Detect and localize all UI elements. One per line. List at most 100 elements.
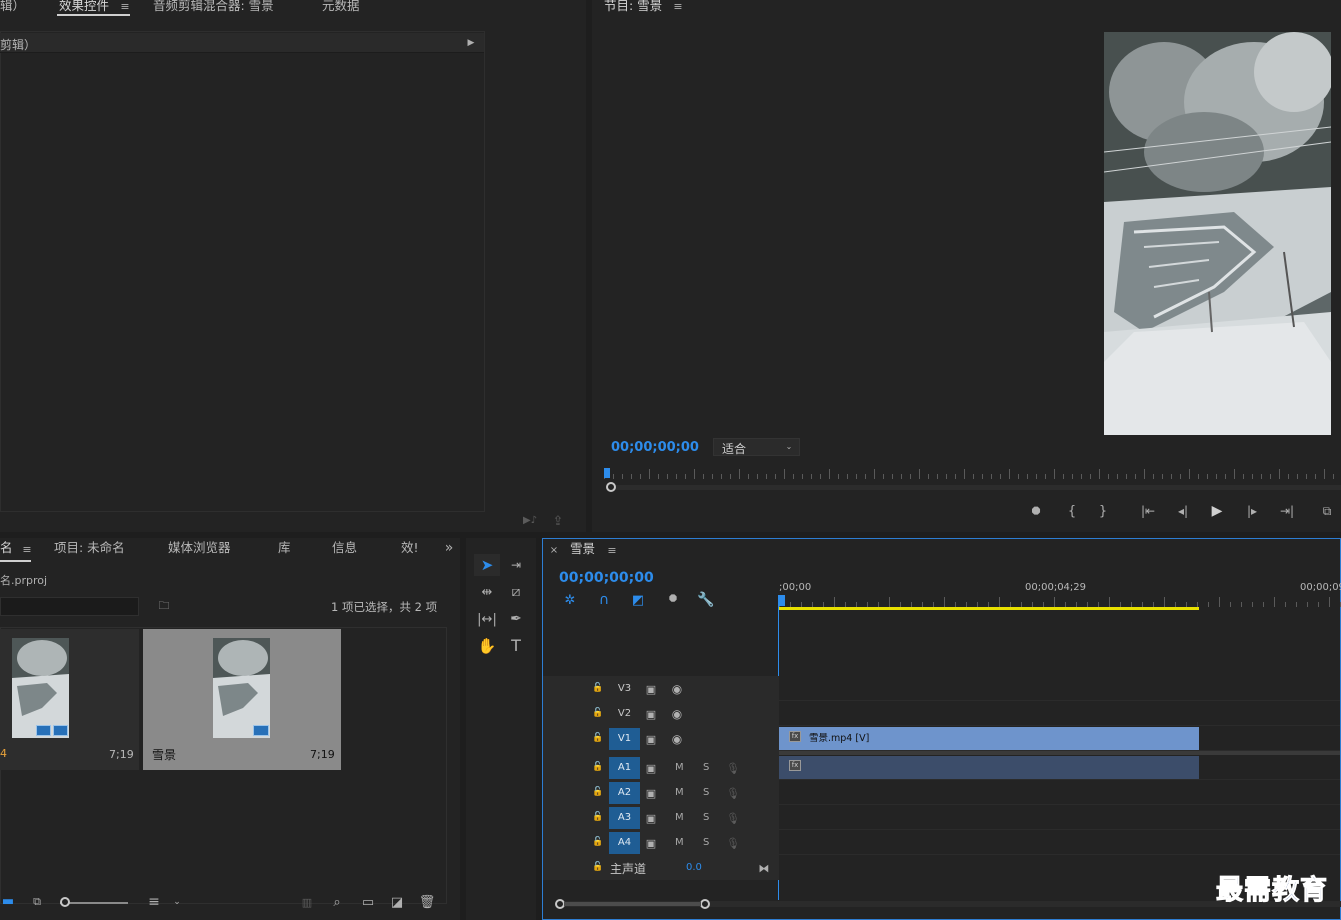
- solo-button[interactable]: S: [703, 831, 709, 855]
- program-zoom-bar[interactable]: [607, 485, 1341, 490]
- microphone-icon[interactable]: 🎙: [726, 761, 740, 775]
- panel-menu-icon[interactable]: ≡: [671, 0, 685, 12]
- more-tabs-icon[interactable]: »: [442, 541, 456, 555]
- find-in-folder-icon[interactable]: 🗀: [156, 598, 172, 612]
- track-a4-target[interactable]: A4: [609, 832, 640, 854]
- track-a3-lane[interactable]: [779, 806, 1340, 830]
- go-to-out-icon[interactable]: ⇥|: [1278, 504, 1296, 518]
- go-to-end-icon[interactable]: ⧓: [757, 861, 771, 875]
- microphone-icon[interactable]: 🎙: [726, 836, 740, 850]
- icon-view-icon[interactable]: ⧉: [28, 895, 46, 907]
- fit-dropdown[interactable]: 适合 ⌄: [713, 438, 800, 456]
- lock-icon[interactable]: 🔓: [592, 707, 603, 719]
- sync-lock-icon[interactable]: ▣: [643, 682, 659, 696]
- mute-button[interactable]: M: [675, 806, 684, 830]
- mark-in-icon[interactable]: {: [1065, 504, 1079, 518]
- tab-project-untitled[interactable]: 项目: 未命名: [54, 541, 125, 560]
- sync-lock-icon[interactable]: ▣: [643, 707, 659, 721]
- timeline-zoom-range[interactable]: [564, 902, 701, 906]
- tab-libraries[interactable]: 库: [278, 541, 291, 560]
- eye-icon[interactable]: ◉: [669, 682, 685, 696]
- lock-icon[interactable]: 🔓: [592, 761, 603, 773]
- hand-tool-icon[interactable]: ✋: [474, 635, 500, 657]
- wrench-icon[interactable]: 🔧: [697, 592, 714, 608]
- go-to-in-icon[interactable]: |⇤: [1139, 504, 1157, 518]
- solo-button[interactable]: S: [703, 781, 709, 805]
- tab-audio-clip-mixer[interactable]: 音频剪辑混合器: 雪景: [153, 0, 274, 18]
- sync-lock-icon[interactable]: ▣: [643, 811, 659, 825]
- snap-icon[interactable]: ∩: [596, 592, 612, 608]
- project-item-selected[interactable]: 雪景 7;19: [143, 629, 341, 770]
- solo-button[interactable]: S: [703, 756, 709, 780]
- track-v1-target[interactable]: V1: [609, 728, 640, 750]
- razor-tool-icon[interactable]: ⧄: [504, 581, 528, 603]
- nest-icon[interactable]: ✲: [562, 592, 578, 608]
- mute-button[interactable]: M: [675, 756, 684, 780]
- project-item[interactable]: 4 7;19: [0, 629, 139, 770]
- tab-media-browser[interactable]: 媒体浏览器: [168, 541, 231, 560]
- thumbnail-size-slider[interactable]: [60, 902, 128, 904]
- add-marker-icon[interactable]: ⯃: [1029, 504, 1043, 518]
- automate-to-sequence-icon[interactable]: ▥: [298, 895, 316, 909]
- tab-effects[interactable]: 效!: [401, 541, 419, 560]
- sync-lock-icon[interactable]: ▣: [643, 786, 659, 800]
- solo-button[interactable]: S: [703, 806, 709, 830]
- timeline-timecode[interactable]: 00;00;00;00: [559, 570, 654, 586]
- track-a2-target[interactable]: A2: [609, 782, 640, 804]
- ripple-edit-tool-icon[interactable]: ⇹: [474, 581, 500, 603]
- tab-project-current[interactable]: 名: [0, 541, 13, 560]
- search-icon[interactable]: ⌕: [330, 895, 344, 909]
- panel-menu-icon[interactable]: ≡: [605, 544, 619, 556]
- track-a3-target[interactable]: A3: [609, 807, 640, 829]
- work-area-bar[interactable]: [779, 607, 1199, 610]
- tab-sequence[interactable]: 雪景: [570, 542, 595, 561]
- microphone-icon[interactable]: 🎙: [726, 786, 740, 800]
- lock-icon[interactable]: 🔓: [592, 682, 603, 694]
- lock-icon[interactable]: 🔓: [592, 836, 603, 848]
- selection-tool-icon[interactable]: ➤: [474, 554, 500, 576]
- master-volume-value[interactable]: 0.0: [686, 862, 702, 873]
- track-a1-target[interactable]: A1: [609, 757, 640, 779]
- microphone-icon[interactable]: 🎙: [726, 811, 740, 825]
- mute-button[interactable]: M: [675, 781, 684, 805]
- add-marker-icon[interactable]: ⯃: [665, 592, 681, 608]
- eye-icon[interactable]: ◉: [669, 732, 685, 746]
- track-v3-target[interactable]: V3: [609, 678, 640, 700]
- program-playhead-marker[interactable]: [604, 468, 610, 478]
- expand-arrow-icon[interactable]: ▶: [466, 37, 476, 49]
- eye-icon[interactable]: ◉: [669, 707, 685, 721]
- list-view-icon[interactable]: ▬: [2, 895, 14, 908]
- project-search-input[interactable]: [0, 597, 139, 616]
- new-item-icon[interactable]: ◪: [390, 895, 404, 909]
- program-zoom-handle[interactable]: [606, 482, 616, 492]
- track-a2-lane[interactable]: [779, 781, 1340, 805]
- close-icon[interactable]: ×: [549, 546, 559, 556]
- tab-metadata[interactable]: 元数据: [322, 0, 360, 18]
- track-v2-lane[interactable]: [779, 702, 1340, 726]
- sync-lock-icon[interactable]: ▣: [643, 761, 659, 775]
- panel-menu-icon[interactable]: ≡: [20, 543, 34, 555]
- mute-button[interactable]: M: [675, 831, 684, 855]
- chevron-down-icon[interactable]: ⌄: [172, 896, 182, 908]
- pen-tool-icon[interactable]: ✒: [504, 608, 528, 630]
- sync-lock-icon[interactable]: ▣: [643, 732, 659, 746]
- trash-icon[interactable]: 🗑: [419, 895, 436, 909]
- tab-clip[interactable]: 辑）: [0, 0, 25, 18]
- step-back-icon[interactable]: ◂|: [1175, 504, 1191, 518]
- track-select-tool-icon[interactable]: ⇥: [504, 554, 528, 576]
- sort-icon[interactable]: ≡: [146, 895, 162, 909]
- type-tool-icon[interactable]: T: [504, 635, 528, 657]
- lock-icon[interactable]: 🔓: [592, 811, 603, 823]
- thumbnail-size-handle[interactable]: [60, 897, 70, 907]
- lock-icon[interactable]: 🔓: [592, 732, 603, 744]
- step-forward-icon[interactable]: |▸: [1244, 504, 1260, 518]
- sync-lock-icon[interactable]: ▣: [643, 836, 659, 850]
- play-icon[interactable]: ▶: [1209, 503, 1225, 519]
- button-editor-icon[interactable]: ⧉: [1319, 504, 1335, 518]
- track-a4-lane[interactable]: [779, 831, 1340, 855]
- panel-menu-icon[interactable]: ≡: [118, 0, 132, 12]
- mark-out-icon[interactable]: }: [1096, 504, 1110, 518]
- lock-icon[interactable]: 🔓: [592, 786, 603, 798]
- linked-selection-icon[interactable]: ◩: [630, 592, 646, 608]
- new-bin-icon[interactable]: ▭: [360, 895, 376, 909]
